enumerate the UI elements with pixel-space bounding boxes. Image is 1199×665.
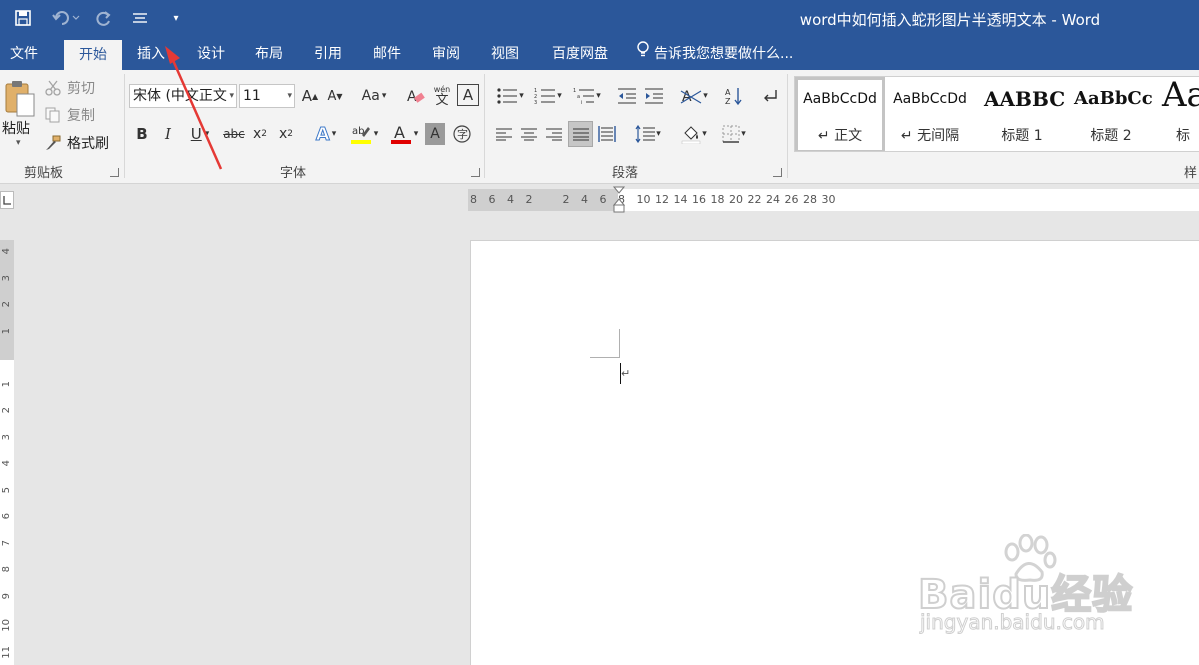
annotation-arrow-icon xyxy=(165,46,223,170)
